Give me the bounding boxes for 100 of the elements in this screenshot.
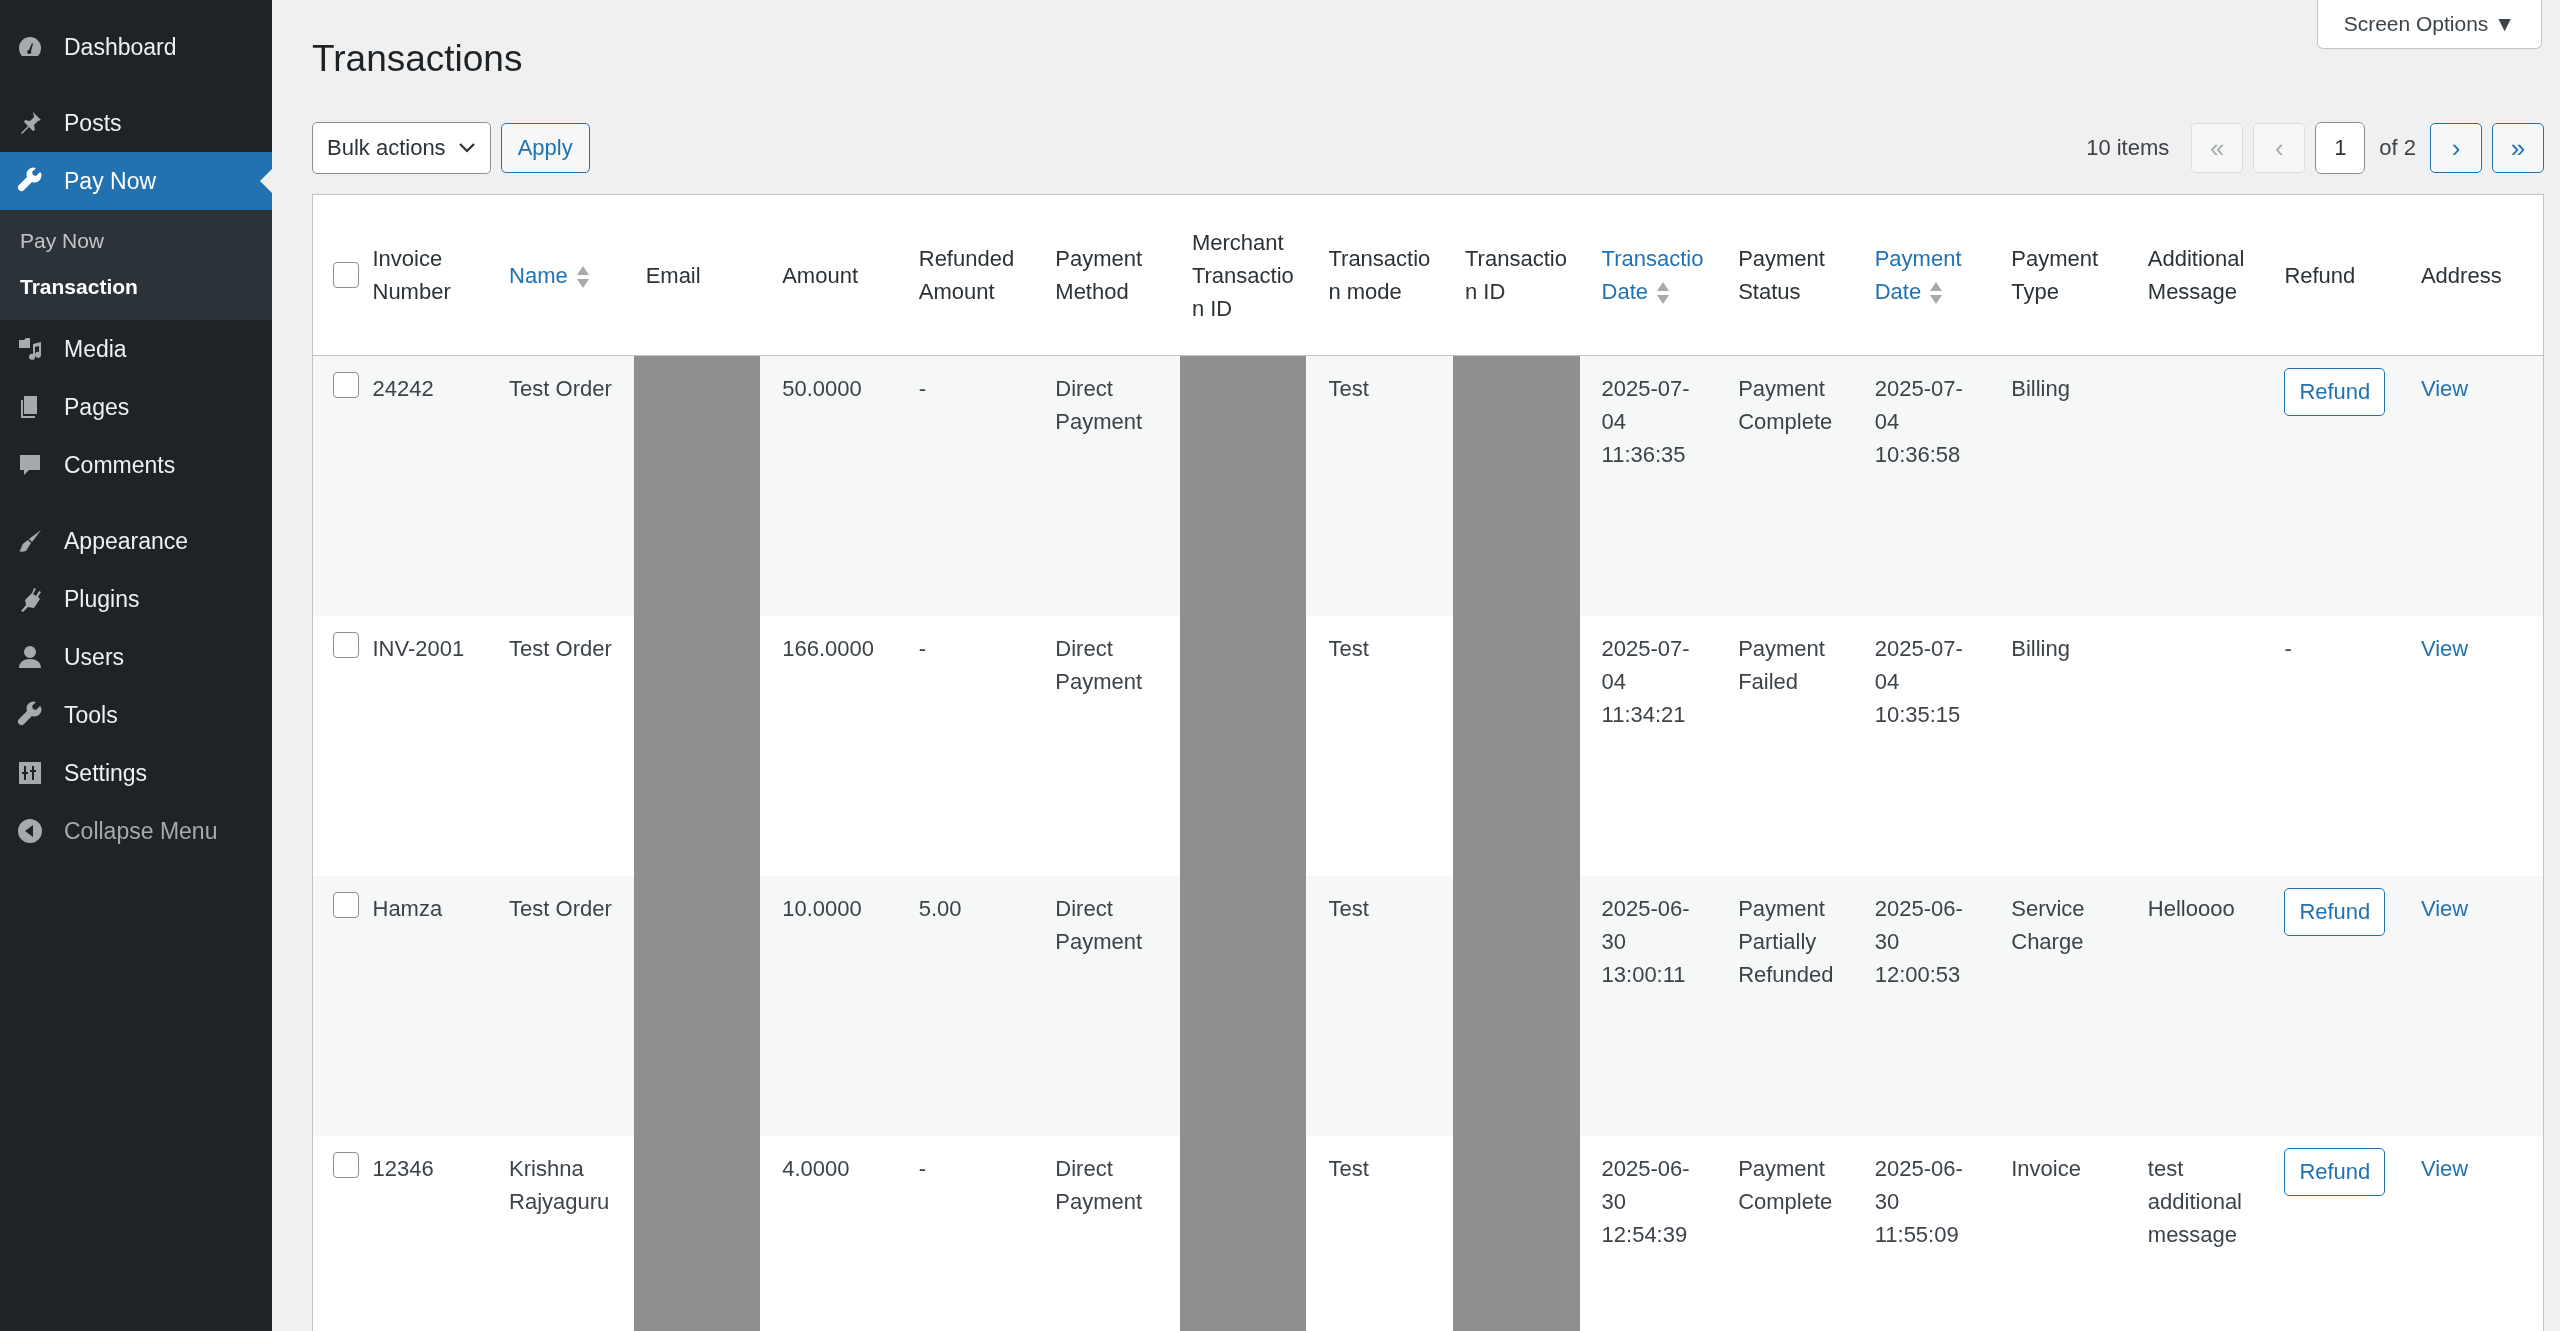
- media-icon: [16, 335, 44, 363]
- table-cell: Payment Failed: [1724, 616, 1861, 876]
- chevron-down-icon: [457, 142, 476, 154]
- column-header: Transaction ID: [1451, 194, 1588, 356]
- collapse-icon: [16, 817, 44, 845]
- view-link[interactable]: View: [2420, 896, 2469, 921]
- table-cell: Service Charge: [1997, 876, 2134, 1136]
- column-header: Refund: [2270, 194, 2407, 356]
- sortable-column-header[interactable]: Transactio Date: [1587, 194, 1725, 356]
- table-cell: Test: [1314, 355, 1451, 616]
- column-header: Amount: [768, 194, 905, 356]
- table-cell: test additional message: [2133, 1136, 2271, 1331]
- table-cell: Test: [1314, 616, 1451, 876]
- column-header: Invoice Number: [358, 194, 496, 356]
- menu-item[interactable]: Pages: [0, 378, 272, 436]
- menu-item[interactable]: Settings: [0, 744, 272, 802]
- bulk-actions-dropdown[interactable]: Bulk actions: [312, 122, 491, 174]
- column-header: Refunded Amount: [904, 194, 1042, 356]
- table-cell: INV-2001: [358, 616, 496, 876]
- refund-button[interactable]: Refund: [2284, 1148, 2386, 1196]
- select-all-checkbox[interactable]: [333, 262, 359, 288]
- page-total: of 2: [2379, 135, 2416, 161]
- view-link[interactable]: View: [2420, 376, 2469, 401]
- menu-item[interactable]: Pay Now: [0, 152, 272, 210]
- table-cell: 2025-06-30 12:54:39: [1587, 1136, 1725, 1331]
- table-cell: Helloooo: [2133, 876, 2271, 1136]
- menu-item[interactable]: Tools: [0, 686, 272, 744]
- sliders-icon: [16, 759, 44, 787]
- menu-item[interactable]: Dashboard: [0, 18, 272, 76]
- refund-button[interactable]: Refund: [2284, 368, 2386, 416]
- column-header: Additional Message: [2133, 194, 2271, 356]
- table-cell: 166.0000: [768, 616, 905, 876]
- column-header: Address: [2406, 194, 2544, 356]
- menu-item[interactable]: Posts: [0, 94, 272, 152]
- table-cell: Test: [1314, 876, 1451, 1136]
- table-cell: 2025-07-04 11:34:21: [1587, 616, 1725, 876]
- menu-item[interactable]: Users: [0, 628, 272, 686]
- sortable-column-header[interactable]: Payment Date: [1860, 194, 1998, 356]
- table-cell: Test: [1314, 1136, 1451, 1331]
- menu-item[interactable]: Appearance: [0, 512, 272, 570]
- menu-item[interactable]: Comments: [0, 436, 272, 494]
- table-cell: 10.0000: [768, 876, 905, 1136]
- table-cell: 5.00: [904, 876, 1042, 1136]
- row-checkbox[interactable]: [333, 632, 359, 658]
- table-cell: 50.0000: [768, 355, 905, 616]
- last-page-button[interactable]: »: [2492, 123, 2544, 173]
- column-header: Merchant Transaction ID: [1177, 194, 1315, 356]
- table-cell: 2025-07-04 10:36:58: [1860, 355, 1998, 616]
- row-checkbox[interactable]: [333, 372, 359, 398]
- row-checkbox[interactable]: [333, 892, 359, 918]
- table-cell: Hamza: [358, 876, 496, 1136]
- row-checkbox[interactable]: [333, 1152, 359, 1178]
- table-cell: 4.0000: [768, 1136, 905, 1331]
- sortable-column-header[interactable]: Name: [495, 194, 632, 356]
- table-cell: 2025-06-30 12:00:53: [1860, 876, 1998, 1136]
- table-cell: Billing: [1997, 355, 2134, 616]
- column-header: Email: [631, 194, 769, 356]
- column-header: Payment Method: [1041, 194, 1178, 356]
- apply-button[interactable]: Apply: [500, 123, 590, 173]
- column-header: Payment Status: [1724, 194, 1861, 356]
- table-cell: 24242: [358, 355, 496, 616]
- page-title: Transactions: [312, 38, 524, 80]
- table-cell: Direct Payment: [1041, 616, 1178, 876]
- table-cell: Direct Payment: [1041, 355, 1178, 616]
- table-cell: Billing: [1997, 616, 2134, 876]
- user-icon: [16, 643, 44, 671]
- column-header: Payment Type: [1997, 194, 2134, 356]
- table-cell: Payment Complete: [1724, 1136, 1861, 1331]
- table-cell: Test Order: [495, 355, 632, 616]
- table-cell: 12346: [358, 1136, 496, 1331]
- submenu-item[interactable]: Pay Now: [0, 218, 272, 264]
- screen-options-button[interactable]: Screen Options ▼: [2316, 0, 2542, 49]
- column-header: Transaction mode: [1314, 194, 1451, 356]
- table-cell: -: [904, 616, 1042, 876]
- table-cell: Payment Complete: [1724, 355, 1861, 616]
- menu-item[interactable]: Collapse Menu: [0, 802, 272, 860]
- table-cell: Direct Payment: [1041, 1136, 1178, 1331]
- table-cell: 2025-06-30 11:55:09: [1860, 1136, 1998, 1331]
- table-cell: Direct Payment: [1041, 876, 1178, 1136]
- items-count: 10 items: [2086, 135, 2170, 161]
- page-number-field[interactable]: 1: [2315, 122, 2366, 174]
- brush-icon: [16, 527, 44, 555]
- menu-item[interactable]: Plugins: [0, 570, 272, 628]
- table-cell: 2025-07-04 10:35:15: [1860, 616, 1998, 876]
- table-cell: -: [904, 355, 1042, 616]
- table-cell: -: [2270, 616, 2407, 876]
- table-cell: Invoice: [1997, 1136, 2134, 1331]
- view-link[interactable]: View: [2420, 1156, 2469, 1181]
- table-cell: -: [904, 1136, 1042, 1331]
- next-page-button[interactable]: ›: [2430, 123, 2482, 173]
- table-cell: Test Order: [495, 876, 632, 1136]
- table-cell: Test Order: [495, 616, 632, 876]
- refund-button[interactable]: Refund: [2284, 888, 2386, 936]
- view-link[interactable]: View: [2420, 636, 2469, 661]
- table-cell: 2025-06-30 13:00:11: [1587, 876, 1725, 1136]
- submenu-item[interactable]: Transaction: [0, 264, 272, 310]
- table-cell: Payment Partially Refunded: [1724, 876, 1861, 1136]
- table-cell: Krishna Rajyaguru: [495, 1136, 632, 1331]
- table-cell: 2025-07-04 11:36:35: [1587, 355, 1725, 616]
- menu-item[interactable]: Media: [0, 320, 272, 378]
